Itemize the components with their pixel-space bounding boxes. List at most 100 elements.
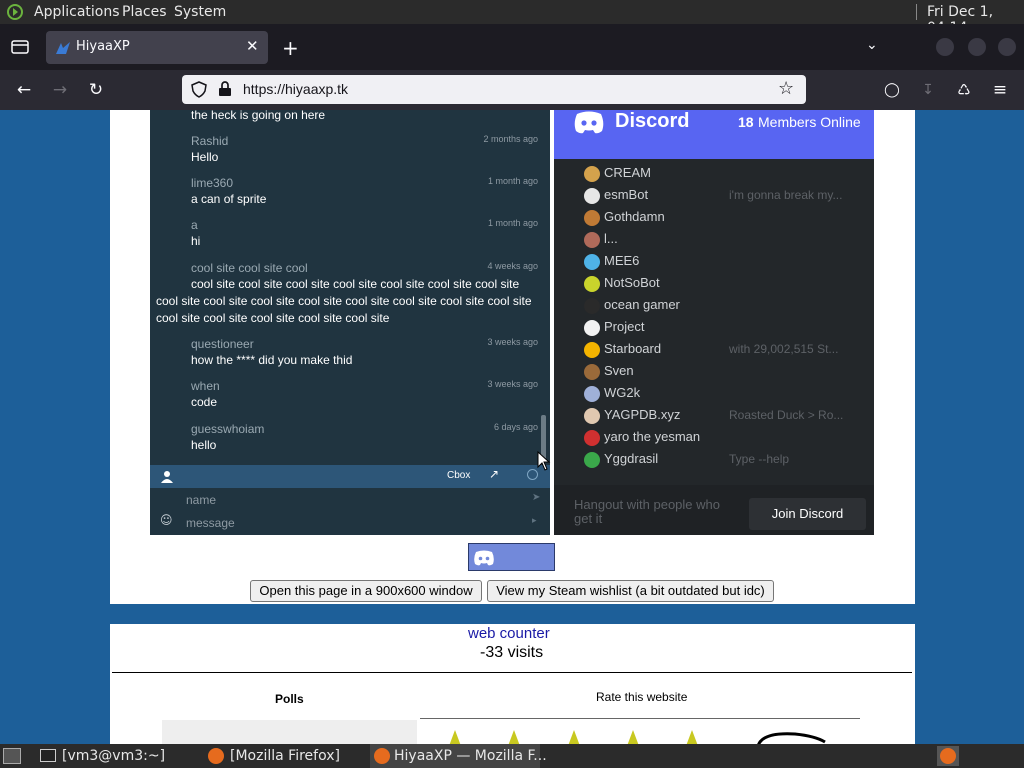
member-name[interactable]: Yggdrasil xyxy=(604,451,658,466)
online-label: Members Online xyxy=(758,114,861,130)
discord-header: Discord 18 Members Online xyxy=(554,110,874,159)
discord-brand: Discord xyxy=(615,110,690,132)
member-avatar[interactable] xyxy=(584,320,600,336)
shield-icon[interactable] xyxy=(191,81,207,98)
url-text[interactable]: https://hiyaaxp.tk xyxy=(243,81,348,97)
workspace-switcher[interactable] xyxy=(937,746,959,766)
popup-window-button[interactable]: Open this page in a 900x600 window xyxy=(250,580,482,602)
tab-close-icon[interactable]: ✕ xyxy=(246,37,259,55)
reload-icon[interactable]: ↻ xyxy=(84,78,108,102)
url-bar[interactable]: https://hiyaaxp.tk ☆ xyxy=(182,75,806,104)
poll-box[interactable] xyxy=(162,720,417,744)
member-avatar[interactable] xyxy=(584,342,600,358)
window-close-button[interactable] xyxy=(998,38,1016,56)
member-avatar[interactable] xyxy=(584,364,600,380)
member-name[interactable]: yaro the yesman xyxy=(604,429,700,444)
user-icon[interactable] xyxy=(161,470,173,483)
member-avatar[interactable] xyxy=(584,430,600,446)
member-status: Type --help xyxy=(729,452,790,466)
taskbar-label: [Mozilla Firefox] xyxy=(230,748,340,764)
pocket-icon[interactable]: ◯ xyxy=(880,78,904,102)
login-icon[interactable]: ➤ xyxy=(532,492,540,503)
message-text-line: cool site cool site cool site cool site … xyxy=(156,311,390,325)
show-desktop-icon[interactable] xyxy=(3,748,21,764)
message-text: hi xyxy=(191,234,201,248)
member-name[interactable]: esmBot xyxy=(604,187,648,202)
member-avatar[interactable] xyxy=(584,188,600,204)
rating-stars[interactable] xyxy=(440,728,840,744)
message-text: how the **** did you make thid xyxy=(191,353,353,367)
member-avatar[interactable] xyxy=(584,254,600,270)
doodle-icon xyxy=(757,732,826,744)
discord-badge[interactable] xyxy=(468,543,555,571)
popout-icon[interactable]: ↗ xyxy=(489,467,499,481)
bookmark-star-icon[interactable]: ☆ xyxy=(778,78,794,99)
member-avatar[interactable] xyxy=(584,232,600,248)
message-time: 1 month ago xyxy=(487,176,538,186)
message-author: when xyxy=(191,379,220,393)
member-avatar[interactable] xyxy=(584,276,600,292)
message-text: hello xyxy=(191,438,217,452)
menu-system[interactable]: System xyxy=(174,4,226,20)
discord-widget: Discord 18 Members Online CREAM esmBot i'm… xyxy=(554,110,874,535)
taskbar-label: [vm3@vm3:~] xyxy=(62,748,166,764)
tab-hiyaaxp[interactable]: HiyaaXP ✕ xyxy=(46,31,268,64)
menu-hamburger-icon[interactable]: ≡ xyxy=(988,78,1012,102)
member-name[interactable]: Sven xyxy=(604,363,634,378)
gnome-foot-icon[interactable] xyxy=(6,3,24,21)
member-status: with 29,002,515 St... xyxy=(729,342,839,356)
member-name[interactable]: l... xyxy=(604,231,618,246)
menu-applications[interactable]: Applications xyxy=(34,4,120,20)
member-name[interactable]: NotSoBot xyxy=(604,275,660,290)
member-name[interactable]: MEE6 xyxy=(604,253,639,268)
member-name[interactable]: YAGPDB.xyz xyxy=(604,407,680,422)
web-counter-link[interactable]: web counter xyxy=(468,625,550,642)
member-avatar[interactable] xyxy=(584,452,600,468)
extensions-icon[interactable]: ♺ xyxy=(952,78,976,102)
message-time: 2 months ago xyxy=(483,134,538,144)
message-author: a xyxy=(191,218,198,232)
online-count: 18 xyxy=(738,114,754,130)
member-name[interactable]: CREAM xyxy=(604,165,651,180)
lock-icon[interactable] xyxy=(218,81,232,97)
terminal-icon xyxy=(40,749,56,762)
forward-arrow-icon[interactable]: → xyxy=(48,78,72,102)
star-icon xyxy=(568,730,580,744)
smiley-icon[interactable]: ☺ xyxy=(160,513,173,527)
member-name[interactable]: ocean gamer xyxy=(604,297,680,312)
window-minimize-button[interactable] xyxy=(936,38,954,56)
message-input[interactable]: message xyxy=(186,516,235,530)
member-name[interactable]: Project xyxy=(604,319,644,334)
menu-places[interactable]: Places xyxy=(122,4,167,20)
member-avatar[interactable] xyxy=(584,298,600,314)
mouse-cursor-icon xyxy=(537,451,551,471)
message-text: the heck is going on here xyxy=(191,110,326,122)
member-name[interactable]: Starboard xyxy=(604,341,661,356)
member-name[interactable]: WG2k xyxy=(604,385,640,400)
member-avatar[interactable] xyxy=(584,210,600,226)
panel-separator xyxy=(916,4,917,20)
new-tab-button[interactable]: + xyxy=(282,36,299,60)
taskbar-item-terminal[interactable]: [vm3@vm3:~] xyxy=(38,744,165,768)
member-avatar[interactable] xyxy=(584,408,600,424)
join-discord-button[interactable]: Join Discord xyxy=(749,498,866,530)
member-avatar[interactable] xyxy=(584,166,600,182)
firefox-view-icon[interactable] xyxy=(11,39,29,55)
window-maximize-button[interactable] xyxy=(968,38,986,56)
message-author: guesswhoiam xyxy=(191,422,265,436)
send-icon[interactable]: ▸ xyxy=(532,516,537,526)
message-text-line: cool site cool site cool site cool site … xyxy=(156,294,532,308)
member-avatar[interactable] xyxy=(584,386,600,402)
list-tabs-chevron-icon[interactable]: ⌄ xyxy=(866,37,878,53)
message-text: cool site cool site cool site cool site … xyxy=(191,277,520,291)
message-time: 3 weeks ago xyxy=(487,337,538,347)
steam-wishlist-button[interactable]: View my Steam wishlist (a bit outdated b… xyxy=(487,580,774,602)
downloads-icon[interactable]: ↧ xyxy=(916,78,940,102)
counter-card: web counter -33 visits Polls Rate this w… xyxy=(110,624,915,744)
cbox-label[interactable]: Cbox xyxy=(447,470,470,481)
member-name[interactable]: Gothdamn xyxy=(604,209,665,224)
name-input[interactable]: name xyxy=(186,493,216,507)
taskbar-item-firefox[interactable]: [Mozilla Firefox] xyxy=(206,744,340,768)
back-arrow-icon[interactable]: ← xyxy=(12,78,36,102)
taskbar-item-hiyaaxp[interactable]: HiyaaXP — Mozilla F... xyxy=(370,744,547,768)
